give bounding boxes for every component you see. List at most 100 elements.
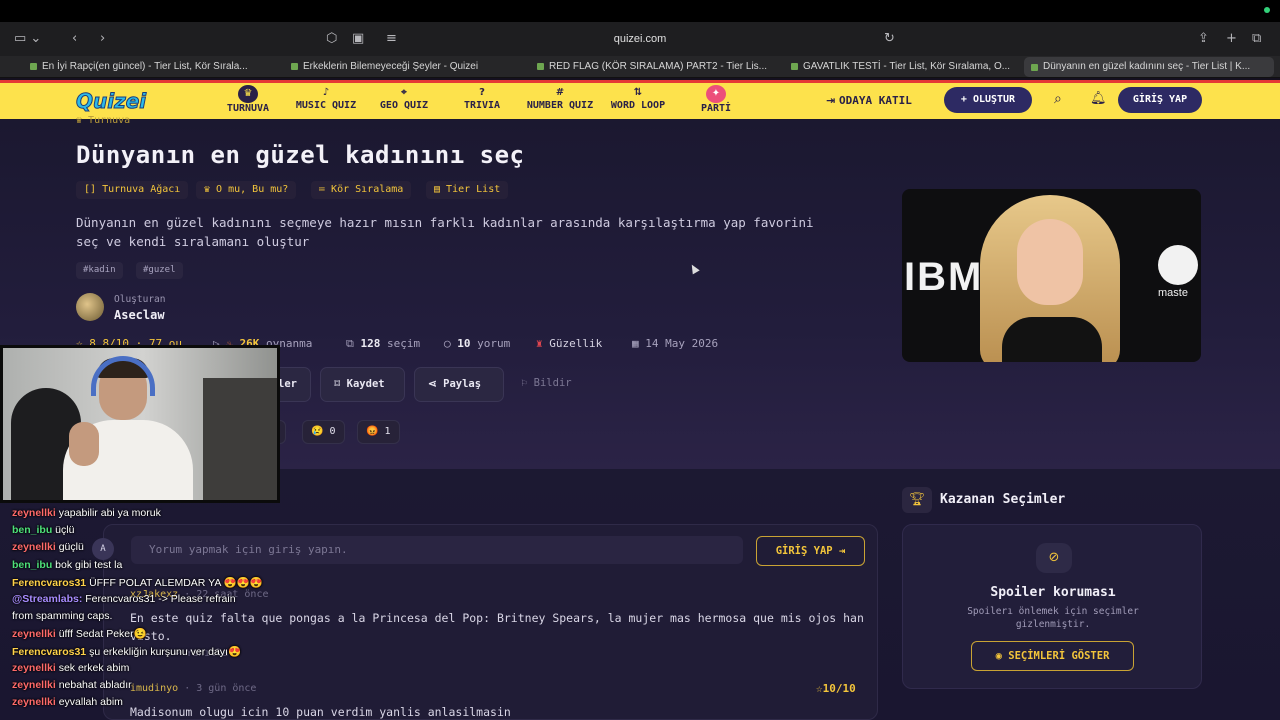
tag-kadin[interactable]: #kadin [76,262,123,279]
breadcrumb[interactable]: ♛ Turnuva [76,115,130,126]
date-value: 14 May 2026 [645,337,719,350]
chat-text: eyvallah abim [58,696,123,709]
nav-item-trivia[interactable]: ? TRIVIA [442,86,522,111]
browser-tab-active[interactable]: Dünyanın en güzel kadınını seç - Tier Li… [1024,57,1274,77]
search-icon[interactable]: ⌕ [1054,91,1062,107]
bookmark-icon: ⌑ [334,378,347,390]
chat-message: Ferencvaros31 şu erkekliğin kurşunu ver … [12,645,241,658]
tab-title: RED FLAG (KÖR SIRALAMA) PART2 - Tier Lis… [549,61,768,72]
plus-icon: + [960,94,973,105]
comment-login-label: GİRİŞ YAP [775,545,833,557]
comments-value: 10 [457,337,471,350]
nav-item-geo-quiz[interactable]: ⌖ GEO QUIZ [364,86,444,111]
nav-label: MUSIC QUIZ [295,100,357,111]
join-room-button[interactable]: ⇥ ODAYA KATIL [826,94,912,107]
reaction-count: 0 [329,426,336,437]
nav-item-word-loop[interactable]: ⇅ WORD LOOP [598,86,678,111]
category-stat[interactable]: ♜ Güzellik [536,337,602,350]
mode-chip-turnuva-agaci[interactable]: [] Turnuva Ağacı [76,181,189,199]
comment-author[interactable]: imudinyo · 3 gün önce [130,683,256,694]
speech-bubble-icon: ? [479,87,485,98]
browser-tab[interactable]: Erkeklerin Bilemeyeceği Şeyler - Quizei [287,56,527,78]
comment-username[interactable]: imudinyo [130,683,178,694]
comment-rating: ☆10/10 [816,682,856,695]
comment-input[interactable]: Yorum yapmak için giriş yapın. [131,536,743,564]
spoiler-card: ⊘ Spoiler koruması Spoilerı önlemek için… [902,524,1202,689]
copy-icon: ⧉ [346,337,361,350]
share-icon[interactable]: ⇪ [1198,22,1209,56]
chat-message: zeynellki nebahat abladır [12,679,132,691]
mode-chip-kor-siralama[interactable]: ≔ Kör Sıralama [311,181,412,199]
site-logo[interactable]: Quizei [75,89,146,114]
forward-icon[interactable]: › [100,22,105,56]
crown-icon: ♛ [204,184,217,195]
nav-item-music-quiz[interactable]: ♪ MUSIC QUIZ [286,86,366,111]
comments-stat: ◯ 10 yorum [444,337,510,350]
create-button[interactable]: + OLUŞTUR [944,87,1032,113]
tab-overview-icon[interactable]: ⧉ [1252,22,1261,56]
chat-text: from spamming caps. [12,610,113,623]
flag-icon: ⚐ [521,377,534,389]
browser-tab[interactable]: RED FLAG (KÖR SIRALAMA) PART2 - Tier Lis… [533,56,773,78]
comment-icon: ◯ [444,337,458,350]
chat-text: sek erkek abim [58,661,130,674]
breadcrumb-label: Turnuva [88,115,131,126]
save-button[interactable]: ⌑ Kaydet [320,367,405,402]
tab-strip: En İyi Rapçi(en güncel) - Tier List, Kör… [0,56,1280,78]
chat-message: zeynellki eyvallah abim [12,696,123,708]
sad-face-icon: 😢 [311,426,324,437]
chip-label: O mu, Bu mu? [216,184,289,195]
sponsor-logo-left: IBM [904,255,984,299]
nav-label: PARTİ [700,103,732,114]
chat-username: ben_ibu [12,524,56,537]
report-label: Bildir [533,377,572,389]
eye-icon: ◉ [995,650,1009,662]
report-button[interactable]: ⚐ Bildir [508,367,585,402]
extension-js-icon[interactable]: ▣ [352,22,364,56]
chat-message: zeynellki üfff Sedat Peker😉 [12,627,147,640]
chat-message: ben_ibu üçlü [12,524,74,536]
sidebar-toggle-icon[interactable]: ▭ ⌄ [14,22,41,56]
eye-off-icon: ⊘ [1036,543,1072,573]
address-bar[interactable]: quizei.com [380,28,900,50]
chat-text: üfff Sedat Peker😉 [58,628,147,641]
chat-message: from spamming caps. [12,610,112,622]
angry-face-icon: 😡 [366,426,379,437]
mode-chip-o-mu-bu-mu[interactable]: ♛ O mu, Bu mu? [196,181,297,199]
reaction-button-sad[interactable]: 😢 0 [302,420,345,444]
tag-guzel[interactable]: #guzel [136,262,183,279]
nav-item-turnuva[interactable]: ♛ TURNUVA [208,85,288,114]
creator-avatar[interactable] [76,293,104,321]
trophy-icon: ♛ [76,115,89,126]
reaction-count: 1 [384,426,391,437]
chat-text: üçlü [55,524,75,537]
list-icon: ≔ [319,184,332,195]
chat-message: zeynellki güçlü [12,541,84,553]
back-icon[interactable]: ‹ [72,22,77,56]
chip-label: Kör Sıralama [331,184,404,195]
browser-tab[interactable]: En İyi Rapçi(en güncel) - Tier List, Kör… [26,56,266,78]
enter-icon: ⇥ [832,545,846,557]
chat-text: nebahat abladır [58,679,132,691]
bell-icon[interactable]: 🔔︎ [1090,91,1107,106]
sponsor-logo-right: maste [1158,287,1188,299]
show-choices-button[interactable]: ◉ SEÇİMLERİ GÖSTER [971,641,1134,671]
nav-item-number-quiz[interactable]: # NUMBER QUIZ [520,86,600,111]
mode-chip-tier-list[interactable]: ▤ Tier List [426,181,509,199]
join-room-label: ODAYA KATIL [839,94,912,107]
extension-cube-icon[interactable]: ⬡ [326,22,337,56]
share-button[interactable]: ⋖ Paylaş [414,367,504,402]
nav-label: NUMBER QUIZ [526,100,594,111]
creator-name[interactable]: Aseclaw [114,308,165,322]
hash-icon: # [555,87,565,98]
new-tab-icon[interactable]: + [1226,22,1237,56]
comment-login-button[interactable]: GİRİŞ YAP ⇥ [756,536,865,566]
comments-label: yorum [477,337,511,350]
browser-tab[interactable]: GAVATLIK TESTİ - Tier List, Kör Sıralama… [787,56,1017,78]
reaction-button-angry[interactable]: 😡 1 [357,420,400,444]
webcam-doorway [203,378,277,500]
nav-item-parti[interactable]: ✦ PARTİ [676,85,756,114]
calendar-icon: ▦ [632,337,646,350]
enter-icon: ⇥ [826,94,840,107]
login-button[interactable]: GİRİŞ YAP [1118,87,1202,113]
